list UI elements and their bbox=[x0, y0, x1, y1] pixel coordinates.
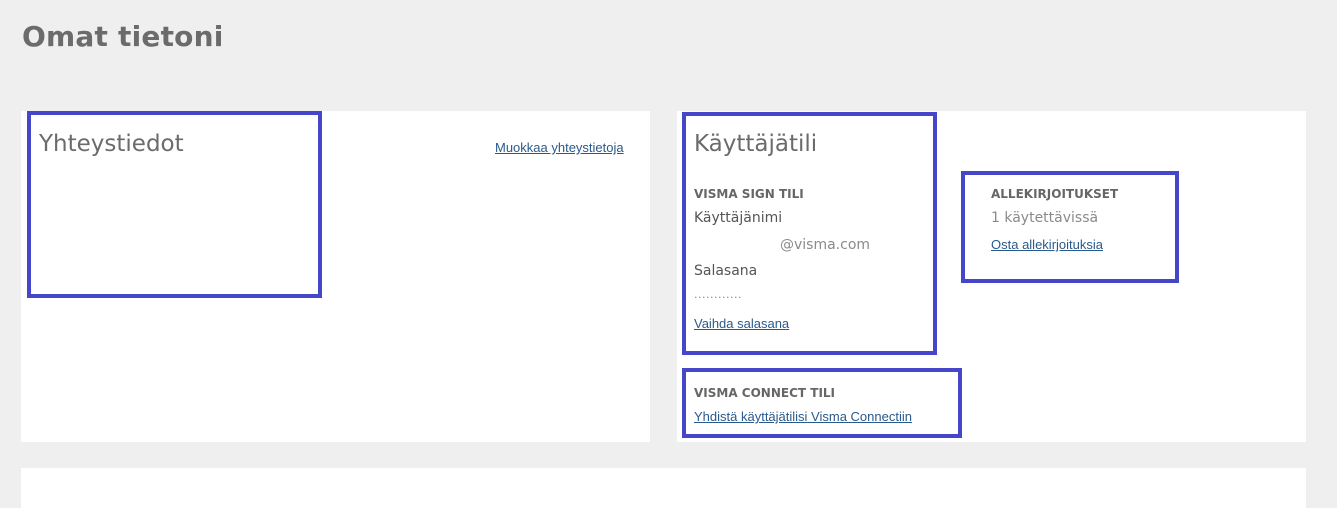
page-title: Omat tietoni bbox=[22, 20, 224, 53]
change-password-link[interactable]: Vaihda salasana bbox=[694, 316, 789, 331]
visma-sign-section-label: VISMA SIGN TILI bbox=[694, 187, 804, 201]
password-label: Salasana bbox=[694, 263, 758, 279]
visma-connect-highlight-box bbox=[682, 368, 962, 438]
account-heading: Käyttäjätili bbox=[694, 131, 818, 157]
contact-heading: Yhteystiedot bbox=[39, 131, 184, 157]
edit-contact-link[interactable]: Muokkaa yhteystietoja bbox=[495, 140, 624, 155]
signatures-available: 1 käytettävissä bbox=[991, 210, 1099, 226]
account-card: Käyttäjätili VISMA SIGN TILI Käyttäjänim… bbox=[677, 111, 1306, 442]
username-label: Käyttäjänimi bbox=[694, 210, 783, 226]
visma-connect-section-label: VISMA CONNECT TILI bbox=[694, 386, 836, 400]
contact-card: Yhteystiedot Muokkaa yhteystietoja bbox=[21, 111, 650, 442]
signatures-section-label: ALLEKIRJOITUKSET bbox=[991, 187, 1119, 201]
bottom-card bbox=[21, 468, 1306, 508]
password-value: ............ bbox=[694, 288, 742, 301]
username-value: @visma.com bbox=[780, 237, 871, 253]
buy-signatures-link[interactable]: Osta allekirjoituksia bbox=[991, 237, 1103, 252]
connect-visma-link[interactable]: Yhdistä käyttäjätilisi Visma Connectiin bbox=[694, 409, 912, 424]
